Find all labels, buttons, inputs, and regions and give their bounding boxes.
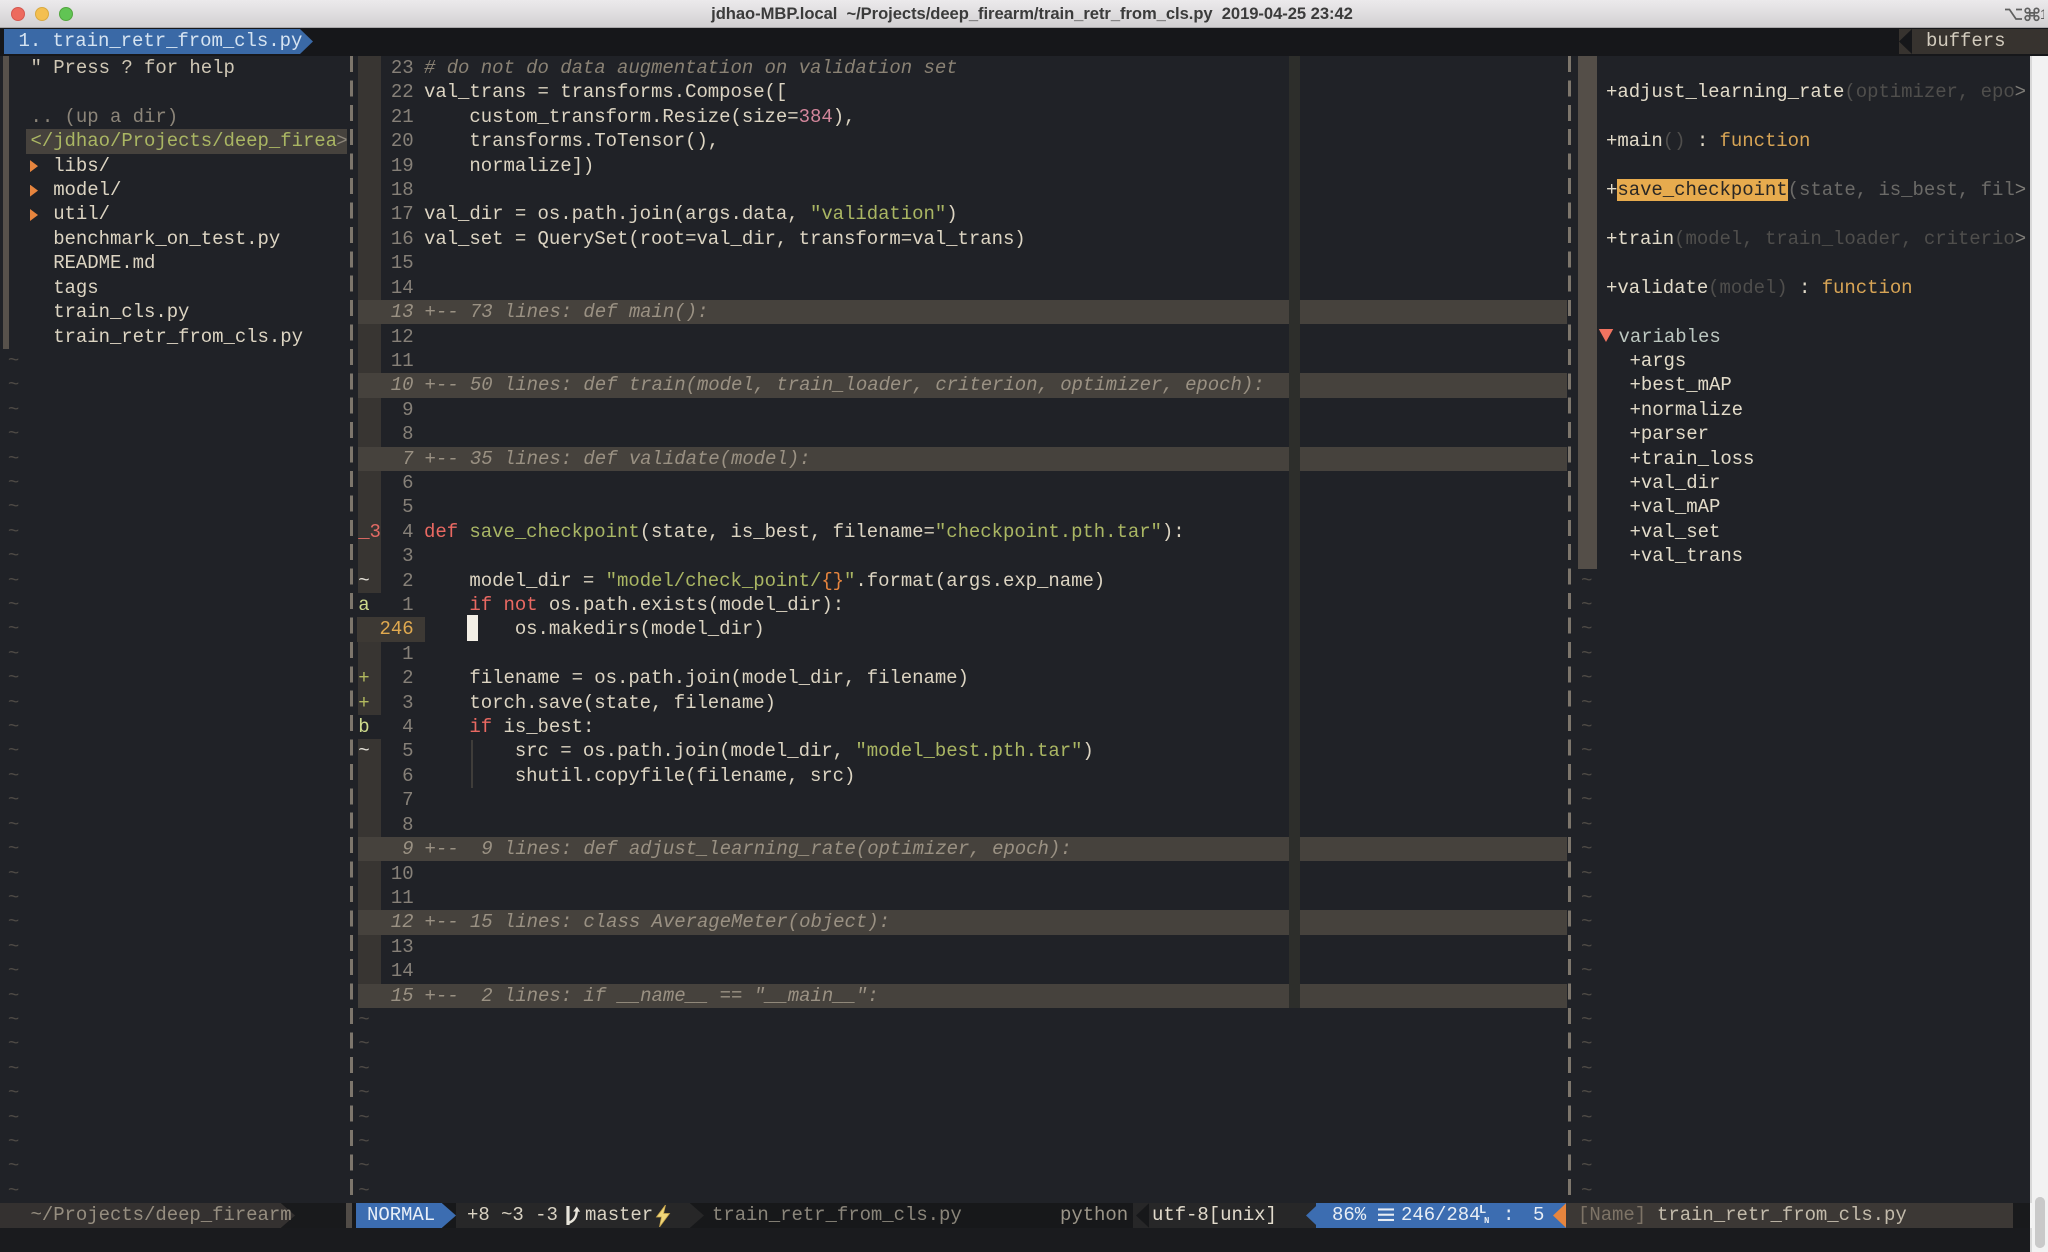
svg-text:1: 1 xyxy=(2040,6,2044,22)
